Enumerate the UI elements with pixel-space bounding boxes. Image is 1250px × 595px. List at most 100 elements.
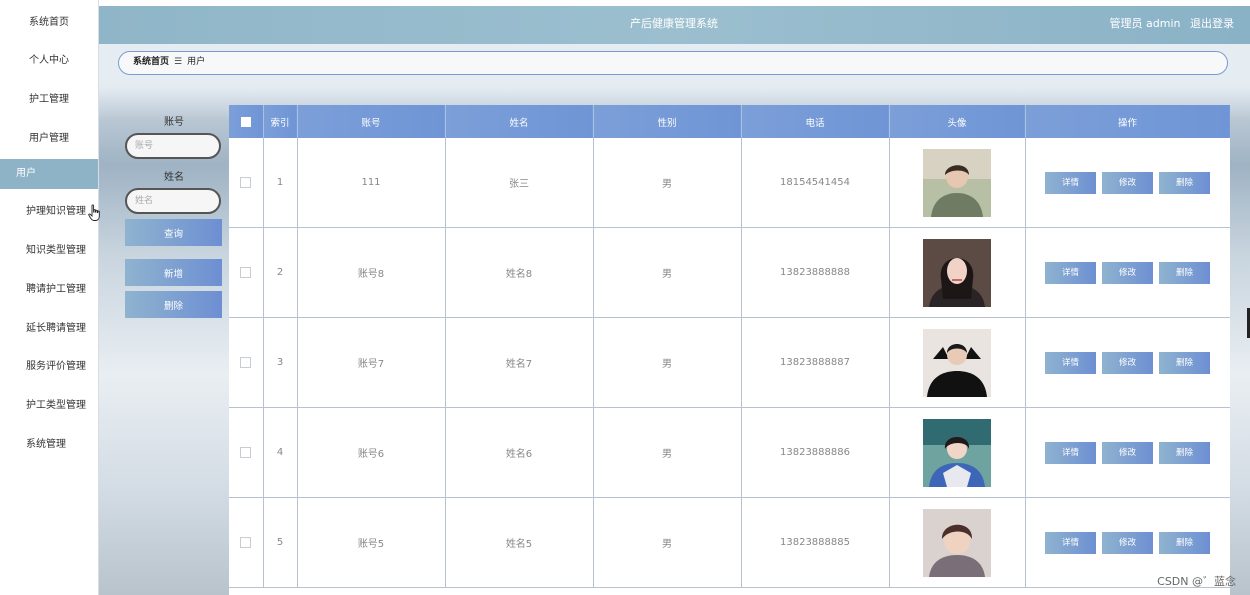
name-cell: 姓名6 (445, 407, 594, 498)
edit-button[interactable]: 修改 (1102, 441, 1153, 464)
add-button[interactable]: 新增 (125, 259, 222, 286)
index-cell: 5 (263, 497, 298, 588)
row-checkbox[interactable] (240, 176, 252, 188)
column-header-actions: 操作 (1025, 105, 1230, 138)
table-row: 2 账号8 姓名8 男 13823888888 详情 修改 删除 (229, 227, 1230, 318)
row-checkbox[interactable] (240, 536, 252, 548)
avatar (923, 328, 991, 397)
sidebar-item-users[interactable]: 用户 (0, 159, 98, 189)
table-row: 5 账号5 姓名5 男 13823888885 详情 修改删除 (229, 497, 1230, 588)
current-user-label: 管理员 admin (1109, 17, 1181, 30)
row-checkbox[interactable] (240, 356, 252, 368)
account-cell: 账号6 (297, 407, 446, 498)
sidebar-item-caregiver-type[interactable]: 护工类型管理 (0, 391, 98, 421)
select-all-checkbox[interactable] (240, 116, 251, 127)
breadcrumb-home[interactable]: 系统首页 (133, 57, 169, 67)
name-cell: 姓名7 (445, 317, 594, 408)
edit-button[interactable]: 修改 (1102, 261, 1153, 284)
delete-button[interactable]: 删除 (1159, 351, 1210, 374)
breadcrumb: 系统首页 ☰ 用户 (118, 51, 1228, 75)
avatar (923, 148, 991, 217)
sidebar-item-user-management[interactable]: 用户管理 (0, 124, 98, 154)
column-header-index: 索引 (263, 105, 298, 138)
sidebar-item-system-management[interactable]: 系统管理 (0, 430, 98, 460)
avatar (923, 418, 991, 487)
sidebar-item-caregiver-management[interactable]: 护工管理 (0, 85, 98, 115)
batch-delete-button[interactable]: 删除 (125, 291, 222, 318)
name-search-input[interactable] (125, 188, 221, 214)
row-select-cell[interactable] (229, 227, 264, 318)
column-header-phone: 电话 (741, 105, 890, 138)
delete-button[interactable]: 删除 (1159, 261, 1210, 284)
system-title: 产后健康管理系统 (630, 17, 718, 30)
avatar-cell (889, 317, 1026, 408)
table-header-row: 索引 账号 姓名 性别 电话 头像 操作 (229, 105, 1230, 138)
row-checkbox[interactable] (240, 446, 252, 458)
detail-button[interactable]: 详情 (1045, 351, 1096, 374)
detail-button[interactable]: 详情 (1045, 261, 1096, 284)
hand-cursor-icon (88, 204, 100, 221)
row-select-cell[interactable] (229, 138, 264, 228)
index-cell: 2 (263, 227, 298, 318)
sidebar-item-hire-caregiver[interactable]: 聘请护工管理 (0, 275, 98, 305)
sidebar-item-personal-center[interactable]: 个人中心 (0, 46, 98, 76)
avatar-cell (889, 497, 1026, 588)
index-cell: 4 (263, 407, 298, 498)
phone-cell: 13823888887 (741, 317, 890, 408)
name-cell: 姓名5 (445, 497, 594, 588)
detail-button[interactable]: 详情 (1045, 171, 1096, 194)
phone-cell: 13823888886 (741, 407, 890, 498)
avatar-cell (889, 407, 1026, 498)
actions-cell: 详情 修改 删除 (1025, 407, 1230, 498)
detail-button[interactable]: 详情 (1045, 531, 1096, 554)
edit-button[interactable]: 修改 (1102, 531, 1153, 554)
sidebar-item-home[interactable]: 系统首页 (0, 8, 98, 38)
phone-cell: 13823888885 (741, 497, 890, 588)
row-select-cell[interactable] (229, 317, 264, 408)
row-select-cell[interactable] (229, 407, 264, 498)
account-search-input[interactable] (125, 133, 221, 159)
edit-button[interactable]: 修改 (1102, 351, 1153, 374)
delete-button[interactable]: 删除 (1159, 171, 1210, 194)
sidebar-item-knowledge-type[interactable]: 知识类型管理 (0, 236, 98, 266)
select-all-header[interactable] (229, 105, 264, 138)
gender-cell: 男 (593, 407, 742, 498)
index-cell: 3 (263, 317, 298, 408)
actions-cell: 详情 修改 删除 (1025, 317, 1230, 408)
index-cell: 1 (263, 138, 298, 228)
detail-button[interactable]: 详情 (1045, 441, 1096, 464)
query-button[interactable]: 查询 (125, 219, 222, 246)
menu-icon: ☰ (174, 57, 183, 67)
account-cell: 账号5 (297, 497, 446, 588)
account-cell: 账号7 (297, 317, 446, 408)
account-cell: 111 (297, 138, 446, 228)
name-cell: 张三 (445, 138, 594, 228)
gender-cell: 男 (593, 317, 742, 408)
sidebar-item-service-review[interactable]: 服务评价管理 (0, 352, 98, 382)
column-header-gender: 性别 (593, 105, 742, 138)
sidebar-item-extend-hire[interactable]: 延长聘请管理 (0, 314, 98, 344)
delete-button[interactable]: 删除 (1159, 441, 1210, 464)
avatar (923, 238, 991, 307)
row-select-cell[interactable] (229, 497, 264, 588)
actions-cell: 详情 修改 删除 (1025, 138, 1230, 228)
gender-cell: 男 (593, 497, 742, 588)
main-content: 系统首页 ☰ 用户 账号 姓名 查询 新增 删除 索引 账号 姓名 性别 电话 头像 (98, 44, 1250, 595)
column-header-name: 姓名 (445, 105, 594, 138)
row-checkbox[interactable] (240, 266, 252, 278)
name-cell: 姓名8 (445, 227, 594, 318)
table-row: 1 111 张三 男 18154541454 详情 修改 删除 (229, 138, 1230, 228)
gender-cell: 男 (593, 227, 742, 318)
sidebar: 系统首页 个人中心 护工管理 用户管理 用户 护理知识管理 知识类型管理 聘请护… (0, 0, 99, 595)
phone-cell: 18154541454 (741, 138, 890, 228)
logout-link[interactable]: 退出登录 (1190, 17, 1234, 30)
table-row: 3 账号7 姓名7 男 13823888887 详情 修改 删除 (229, 317, 1230, 408)
gender-cell: 男 (593, 138, 742, 228)
avatar-cell (889, 138, 1026, 228)
edit-button[interactable]: 修改 (1102, 171, 1153, 194)
name-label: 姓名 (164, 172, 184, 183)
table-row: 4 账号6 姓名6 男 13823888886 详情 修改 删除 (229, 407, 1230, 498)
sidebar-item-nursing-knowledge[interactable]: 护理知识管理 (0, 197, 98, 227)
breadcrumb-current: 用户 (187, 57, 206, 67)
delete-button[interactable]: 删除 (1159, 531, 1210, 554)
